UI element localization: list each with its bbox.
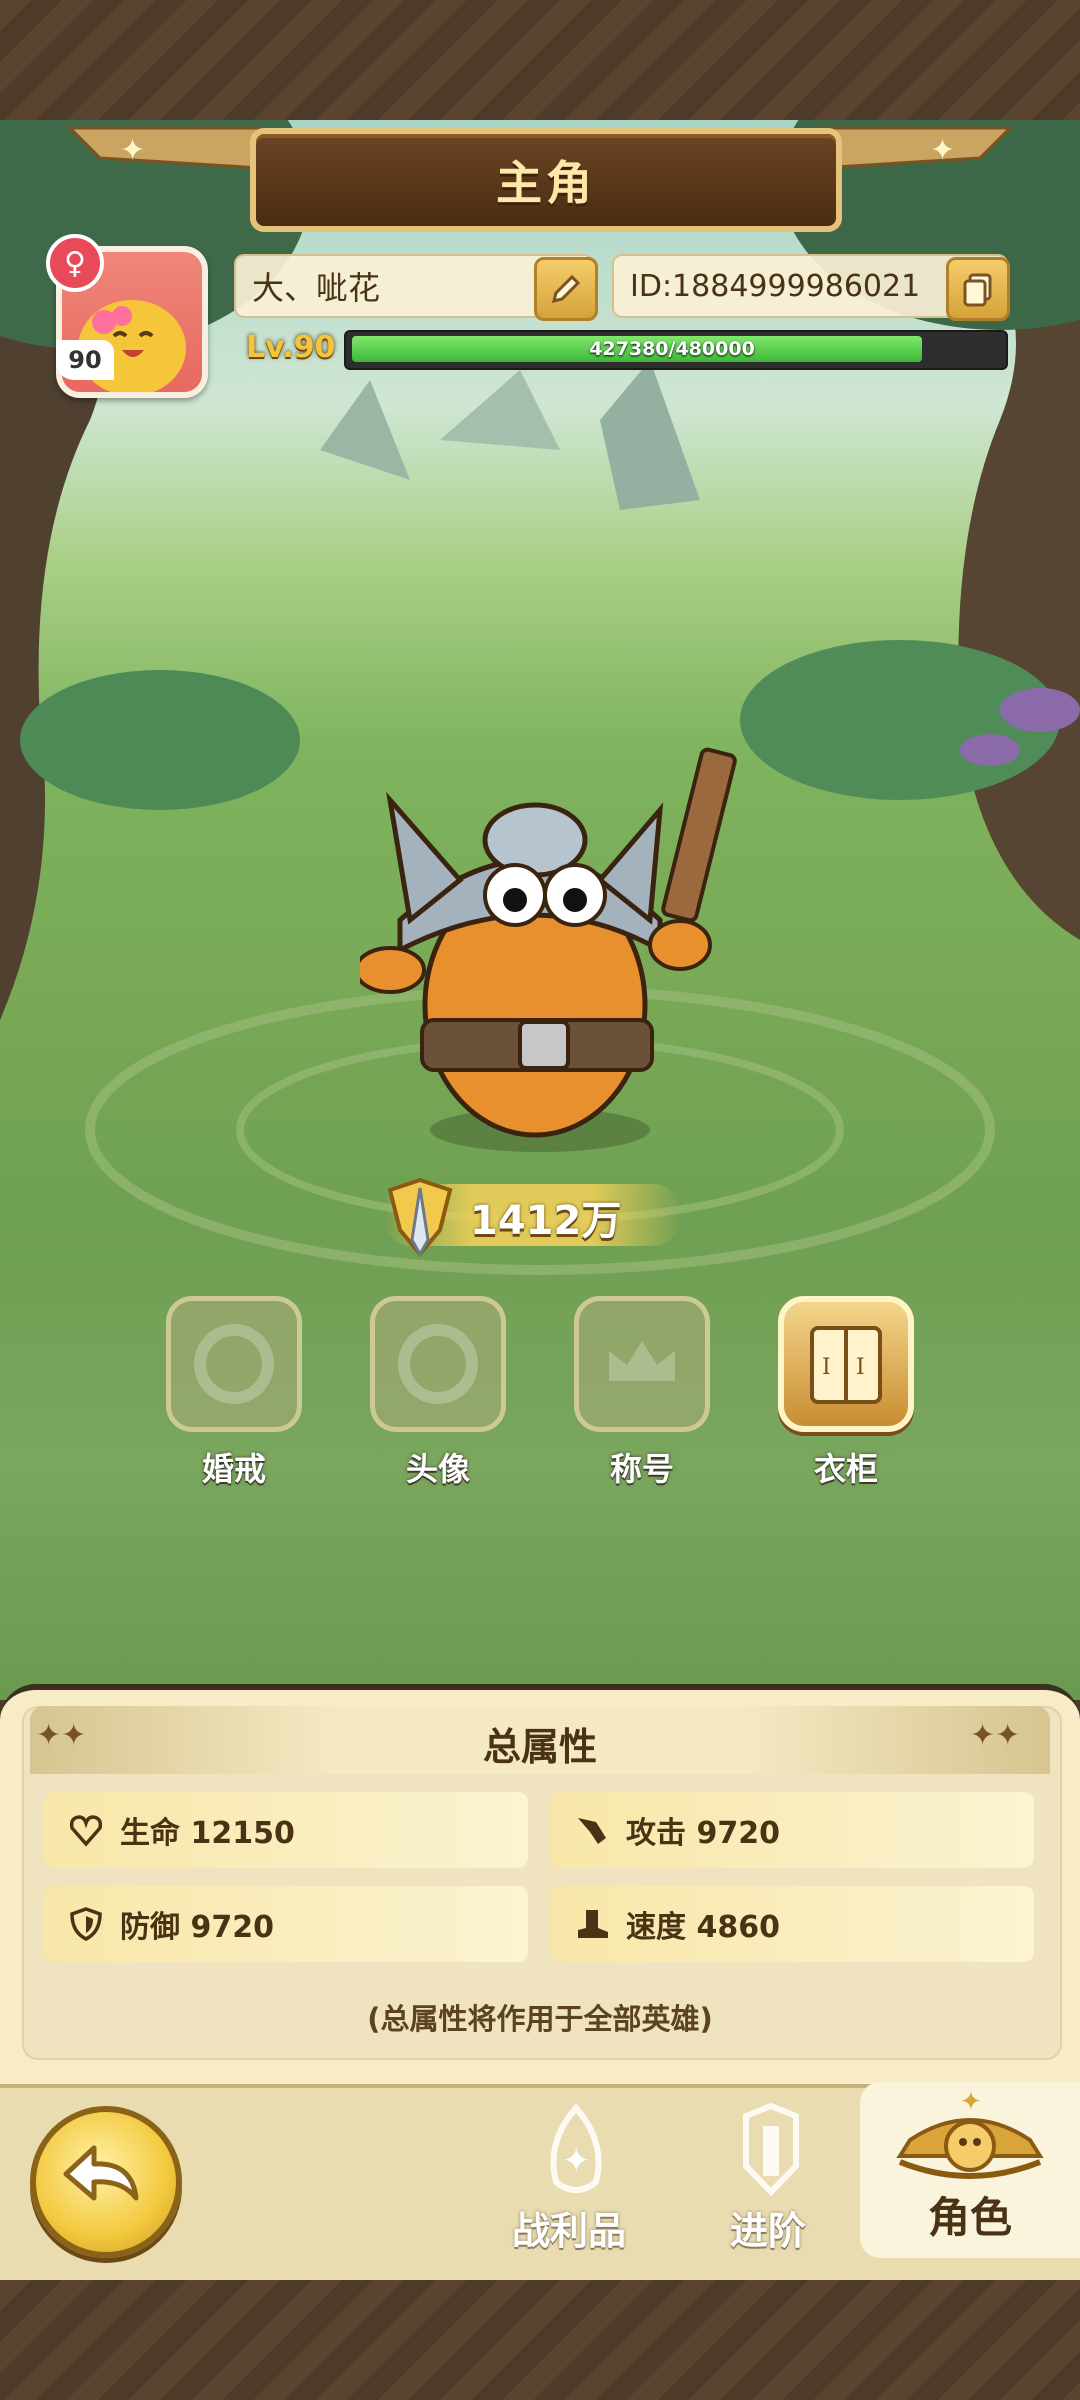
crown-icon bbox=[609, 1341, 675, 1381]
stat-label: 防御 9720 bbox=[120, 1910, 274, 1945]
stat-speed: 速度 4860 bbox=[550, 1886, 1034, 1962]
copy-id-button[interactable] bbox=[946, 257, 1010, 321]
character-icon: ✦ bbox=[896, 2087, 1044, 2179]
title-banner: 主角 bbox=[250, 128, 842, 232]
back-button[interactable] bbox=[30, 2106, 182, 2258]
player-id: ID:1884999986021 bbox=[630, 268, 921, 304]
nav-item-advance[interactable]: 进阶 bbox=[730, 2200, 806, 2255]
stat-label: 生命 12150 bbox=[120, 1816, 295, 1851]
svg-text:✦: ✦ bbox=[120, 133, 145, 168]
feature-label: 衣柜 bbox=[813, 1450, 878, 1488]
nav-item-loot[interactable]: 战利品 bbox=[512, 2200, 626, 2255]
page-title: 主角 bbox=[496, 156, 596, 210]
svg-text:✦: ✦ bbox=[562, 2141, 591, 2181]
stat-defense: 防御 9720 bbox=[44, 1886, 528, 1962]
boot-icon bbox=[572, 1904, 612, 1944]
nav-item-character[interactable]: 角色 bbox=[928, 2184, 1012, 2245]
title-button[interactable] bbox=[574, 1296, 710, 1432]
pencil-icon bbox=[551, 274, 581, 304]
banner-wing-left: ✦ bbox=[66, 126, 280, 170]
advance-icon bbox=[743, 2102, 799, 2197]
edit-name-button[interactable] bbox=[534, 257, 598, 321]
combat-power-icon bbox=[387, 1177, 453, 1258]
hero-character[interactable] bbox=[360, 720, 740, 1160]
back-arrow-icon bbox=[63, 2145, 139, 2201]
feature-label: 婚戒 bbox=[201, 1450, 266, 1488]
attributes-note: (总属性将作用于全部英雄) bbox=[367, 2002, 713, 2036]
feature-label: 头像 bbox=[405, 1450, 470, 1488]
stat-hp: 生命 12150 bbox=[44, 1792, 528, 1868]
loot-icon: ✦ bbox=[550, 2103, 602, 2193]
top-frame bbox=[0, 0, 1080, 120]
shield-icon bbox=[66, 1904, 106, 1944]
avatar-frame-button[interactable] bbox=[370, 1296, 506, 1432]
portrait-icon bbox=[398, 1324, 478, 1404]
bottom-frame bbox=[0, 2280, 1080, 2400]
attack-icon bbox=[572, 1810, 612, 1850]
xp-text: 427380/480000 bbox=[589, 338, 755, 360]
svg-text:✦: ✦ bbox=[960, 2087, 982, 2117]
heart-icon bbox=[66, 1810, 106, 1850]
wardrobe-icon: I I bbox=[810, 1326, 882, 1404]
combat-power-value: 1412万 bbox=[470, 1198, 622, 1244]
wardrobe-button[interactable]: I I bbox=[778, 1296, 914, 1432]
ring-button[interactable] bbox=[166, 1296, 302, 1432]
avatar-level-badge: 90 bbox=[56, 340, 114, 380]
svg-text:I: I bbox=[856, 1355, 865, 1380]
stat-label: 攻击 9720 bbox=[626, 1816, 780, 1851]
ring-icon bbox=[194, 1324, 274, 1404]
attributes-title: 总属性 bbox=[482, 1725, 597, 1769]
svg-text:✦: ✦ bbox=[930, 133, 955, 168]
female-gender-icon: ♀ bbox=[46, 234, 104, 292]
stat-label: 速度 4860 bbox=[626, 1910, 780, 1945]
copy-icon bbox=[963, 273, 992, 307]
feature-label: 称号 bbox=[609, 1450, 674, 1488]
stat-attack: 攻击 9720 bbox=[550, 1792, 1034, 1868]
svg-text:I: I bbox=[822, 1355, 831, 1380]
player-level: Lv.90 bbox=[246, 330, 336, 365]
player-name: 大、呲花 bbox=[252, 269, 381, 307]
